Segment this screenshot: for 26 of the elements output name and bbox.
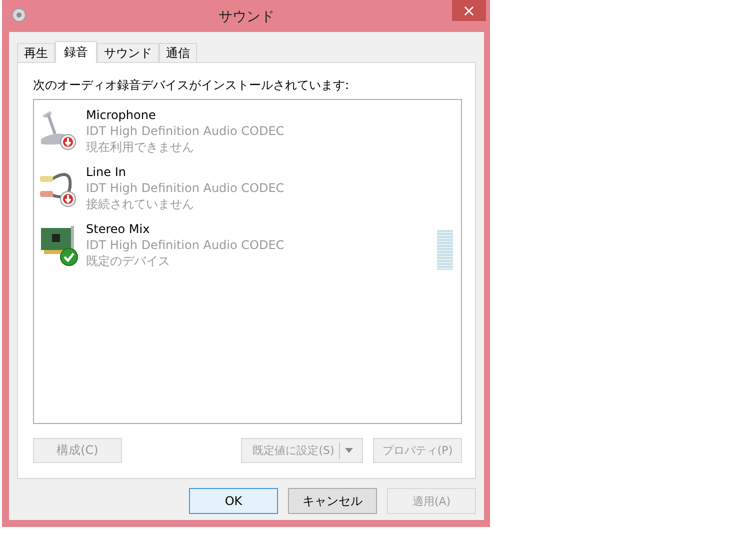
window-title: サウンド <box>218 8 274 26</box>
check-badge-icon <box>60 248 78 266</box>
device-status: 現在利用できません <box>86 139 195 155</box>
device-item[interactable]: Stereo Mix IDT High Definition Audio CODEC 既定のデバイス <box>38 220 461 277</box>
tab[interactable]: サウンド <box>97 43 159 62</box>
device-driver: IDT High Definition Audio CODEC <box>86 123 284 139</box>
device-name: Line In <box>86 164 127 180</box>
button[interactable]: キャンセル <box>288 488 377 514</box>
device-status: 接続されていません <box>86 196 195 212</box>
device-item[interactable]: Line In IDT High Definition Audio CODEC 接続されていません <box>38 163 461 220</box>
device-name: Stereo Mix <box>86 221 151 237</box>
button[interactable]: OK <box>189 488 278 514</box>
instruction-text: 次のオーディオ録音デバイスがインストールされています: <box>33 77 350 94</box>
close-button[interactable]: × <box>452 0 486 21</box>
caret-icon <box>345 448 354 453</box>
tab[interactable]: 通信 <box>159 43 197 62</box>
device-driver: IDT High Definition Audio CODEC <box>86 237 284 253</box>
tab[interactable]: 録音 <box>55 41 97 63</box>
device-name: Microphone <box>86 107 157 123</box>
device-status: 既定のデバイス <box>86 253 171 269</box>
tab[interactable]: 再生 <box>17 43 55 62</box>
device-list[interactable]: Microphone IDT High Definition Audio CODEC 現在利用できません Line In IDT High Definition Audio CODEC 接続されていません Stereo Mix IDT High Definition Audio CODEC 既定のデバイス <box>33 99 462 424</box>
device-driver: IDT High Definition Audio CODEC <box>86 180 284 196</box>
device-item[interactable]: Microphone IDT High Definition Audio CODEC 現在利用できません <box>38 106 461 163</box>
unplugged-badge-icon <box>60 191 76 207</box>
unplugged-badge-icon <box>60 134 76 150</box>
